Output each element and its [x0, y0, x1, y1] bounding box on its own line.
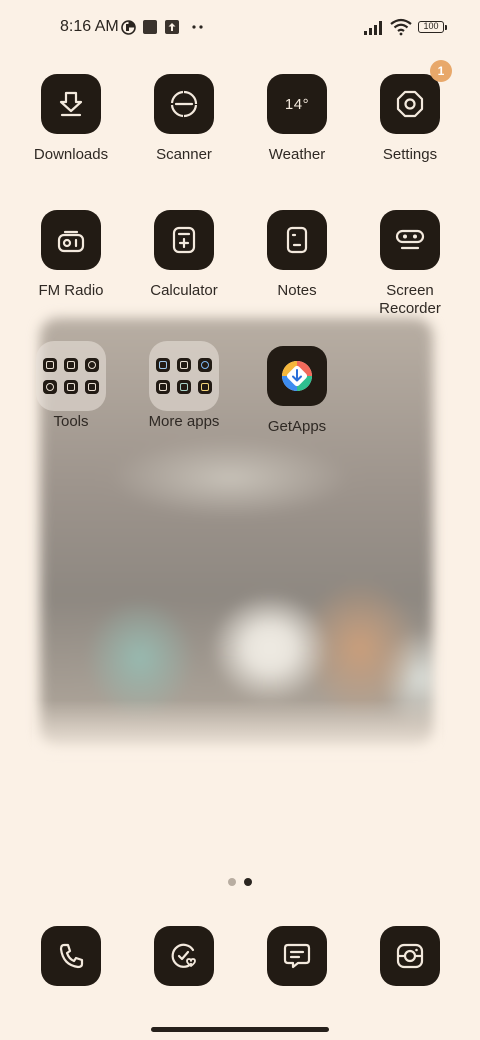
upload-notification-icon: [165, 20, 179, 34]
page-dot-2-active[interactable]: [244, 878, 252, 886]
folder-tools[interactable]: Tools: [15, 341, 127, 431]
download-icon: [41, 74, 101, 134]
getapps-icon: [267, 346, 327, 406]
app-label: Scanner: [156, 146, 212, 163]
screen-recorder-icon: [380, 210, 440, 270]
signal-icon: [364, 21, 382, 35]
page-dot-1[interactable]: [228, 878, 236, 886]
app-label: More apps: [148, 413, 220, 430]
battery-tip: [445, 25, 447, 30]
app-downloads[interactable]: Downloads: [15, 74, 127, 164]
app-scanner[interactable]: Scanner: [128, 74, 240, 164]
app-notes[interactable]: Notes: [241, 210, 353, 300]
folder-more-apps[interactable]: More apps: [128, 341, 240, 431]
app-label: Tools: [53, 413, 89, 430]
security-icon: [154, 926, 214, 986]
folder-icon: [36, 341, 106, 411]
app-label: Settings: [382, 146, 438, 163]
messages-icon: [267, 926, 327, 986]
battery-icon: 100: [418, 21, 444, 33]
phone-icon: [41, 926, 101, 986]
dock-security[interactable]: [128, 926, 240, 986]
settings-icon: [380, 74, 440, 134]
square-notification-icon: [143, 20, 157, 34]
data-saver-icon: [121, 20, 136, 35]
calculator-icon: [154, 210, 214, 270]
app-settings[interactable]: Settings: [354, 74, 466, 164]
dock-phone[interactable]: [15, 926, 127, 986]
app-fm-radio[interactable]: FM Radio: [15, 210, 127, 300]
app-label: Downloads: [33, 146, 109, 163]
dock-messages[interactable]: [241, 926, 353, 986]
dock-camera[interactable]: [354, 926, 466, 986]
folder-icon: [149, 341, 219, 411]
app-label: Screen Recorder: [379, 282, 441, 317]
wifi-icon: [390, 18, 412, 36]
radio-icon: [41, 210, 101, 270]
wallpaper-fade: [32, 700, 442, 760]
more-notifications-icon: [192, 25, 203, 29]
app-label: FM Radio: [38, 282, 104, 299]
app-screen-recorder[interactable]: Screen Recorder: [354, 210, 466, 318]
app-label: Weather: [268, 146, 326, 163]
notes-icon: [267, 210, 327, 270]
app-label: Calculator: [150, 282, 218, 299]
weather-icon: 14°: [267, 74, 327, 134]
status-time: 8:16 AM: [60, 18, 119, 35]
scanner-icon: [154, 74, 214, 134]
app-label: Notes: [277, 282, 317, 299]
app-label: GetApps: [267, 418, 327, 435]
weather-temperature: 14°: [284, 95, 310, 113]
app-getapps[interactable]: GetApps: [241, 346, 353, 436]
camera-icon: [380, 926, 440, 986]
home-gesture-bar[interactable]: [151, 1027, 329, 1032]
app-weather[interactable]: 14° Weather: [241, 74, 353, 164]
app-calculator[interactable]: Calculator: [128, 210, 240, 300]
settings-badge: 1: [430, 60, 452, 82]
